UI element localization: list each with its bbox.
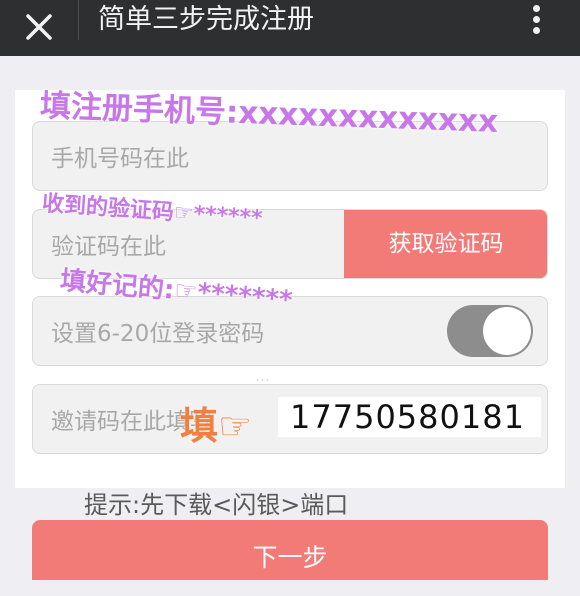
page-title: 简单三步完成注册: [98, 4, 314, 35]
download-hint: 提示:先下载<闪银>端口: [84, 491, 349, 519]
topbar-divider: [78, 0, 79, 40]
top-bar: 简单三步完成注册: [0, 0, 580, 56]
code-placeholder: 验证码在此: [51, 234, 166, 260]
close-icon[interactable]: [22, 10, 56, 44]
invite-number-box: 17750580181: [278, 397, 541, 437]
more-options-icon[interactable]: [529, 2, 543, 38]
phone-placeholder: 手机号码在此: [51, 146, 189, 172]
invite-annotation: 填☞: [180, 404, 253, 448]
invite-number: 17750580181: [290, 398, 525, 436]
password-visibility-toggle[interactable]: [447, 305, 533, 357]
toggle-knob: [483, 307, 531, 355]
password-placeholder: 设置6-20位登录密码: [51, 321, 265, 347]
get-code-button[interactable]: 获取验证码: [344, 210, 547, 278]
next-step-button[interactable]: 下一步: [32, 520, 548, 580]
watermark: …: [255, 367, 270, 385]
